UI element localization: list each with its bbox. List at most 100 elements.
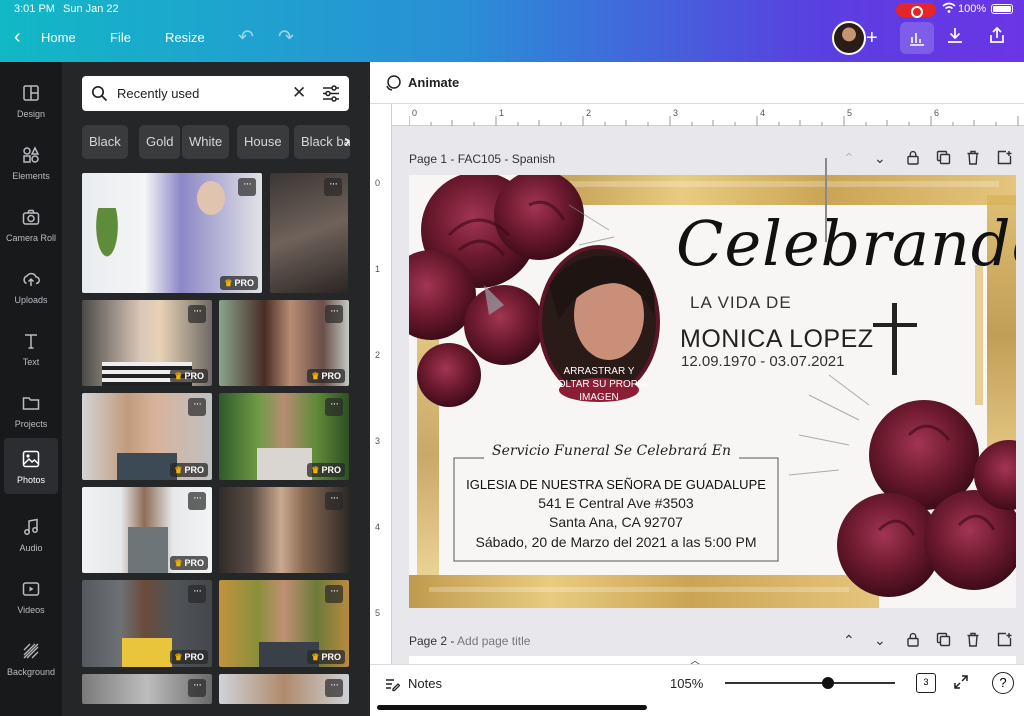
address-line-1[interactable]: 541 E Central Ave #3503	[454, 495, 778, 511]
more-options-button[interactable]: ···	[325, 679, 343, 697]
chevron-up-icon[interactable]: ⌃	[843, 150, 855, 167]
add-page-icon[interactable]	[997, 150, 1012, 168]
stock-photo[interactable]: ··· ♛ PRO	[82, 173, 262, 293]
rail-item-projects[interactable]: Projects	[0, 382, 62, 438]
chevron-down-icon[interactable]: ⌄	[874, 632, 886, 649]
keyword-chip[interactable]: Gold	[139, 125, 181, 159]
rail-item-audio[interactable]: Audio	[0, 506, 62, 562]
more-options-button[interactable]: ···	[188, 398, 206, 416]
share-icon[interactable]	[988, 26, 1006, 49]
more-options-button[interactable]: ···	[188, 492, 206, 510]
stock-photo[interactable]: ··· ♛ PRO	[219, 580, 349, 667]
help-button[interactable]: ?	[992, 672, 1014, 694]
page-2-title-placeholder[interactable]: Add page title	[457, 634, 530, 648]
subtitle[interactable]: LA VIDA DE	[690, 293, 792, 313]
animate-button[interactable]: Animate	[408, 75, 459, 90]
back-chevron-icon[interactable]: ‹	[14, 27, 21, 47]
search-input[interactable]: Recently used ✕	[82, 76, 349, 111]
more-options-button[interactable]: ···	[188, 679, 206, 697]
service-datetime[interactable]: Sábado, 20 de Marzo del 2021 a las 5:00 …	[454, 534, 778, 550]
file-menu-button[interactable]: File	[110, 30, 131, 45]
rail-item-videos[interactable]: Videos	[0, 568, 62, 624]
more-options-button[interactable]: ···	[325, 305, 343, 323]
insights-button[interactable]	[900, 22, 934, 54]
trash-icon[interactable]	[966, 632, 980, 650]
zoom-level[interactable]: 105%	[670, 676, 703, 691]
page-2-title[interactable]: Page 2 - Add page title	[409, 634, 530, 648]
chevron-right-icon[interactable]: ›	[344, 131, 350, 152]
more-options-button[interactable]: ···	[325, 398, 343, 416]
zoom-slider-handle[interactable]	[822, 677, 834, 689]
stock-photo[interactable]: ··· ♛ PRO	[219, 300, 349, 386]
fullscreen-icon[interactable]	[953, 674, 969, 690]
lock-icon[interactable]	[906, 632, 920, 650]
bar-chart-icon	[910, 33, 924, 46]
rail-item-design[interactable]: Design	[0, 72, 62, 128]
avatar[interactable]	[832, 21, 866, 55]
more-options-button[interactable]: ···	[325, 585, 343, 603]
stock-photo[interactable]: ···	[270, 173, 348, 293]
caption-line: IMAGEN	[579, 392, 619, 403]
stock-photo[interactable]: ··· ♛ PRO	[219, 393, 349, 480]
more-options-button[interactable]: ···	[188, 585, 206, 603]
add-collaborator-icon[interactable]: +	[866, 27, 878, 50]
redo-icon[interactable]: ↷	[278, 26, 294, 49]
chevron-down-icon[interactable]: ⌄	[874, 150, 886, 167]
zoom-slider[interactable]	[725, 682, 895, 684]
music-icon	[24, 518, 38, 535]
stock-photo[interactable]: ···	[219, 487, 349, 573]
notes-button[interactable]: Notes	[408, 676, 442, 691]
stock-photo[interactable]: ··· ♛ PRO	[82, 300, 212, 386]
rail-item-text[interactable]: Text	[0, 320, 62, 376]
stock-photo[interactable]: ··· ♛ PRO	[82, 393, 212, 480]
add-page-icon[interactable]	[997, 632, 1012, 650]
script-title[interactable]: Celebrando	[676, 207, 1016, 280]
crown-icon: ♛	[311, 652, 320, 662]
stock-photo[interactable]: ···	[82, 674, 212, 704]
lock-icon[interactable]	[906, 150, 920, 168]
rail-item-background[interactable]: Background	[0, 630, 62, 686]
download-icon[interactable]	[946, 26, 964, 49]
stock-photo[interactable]: ··· ♛ PRO	[82, 580, 212, 667]
more-options-button[interactable]: ···	[324, 178, 342, 196]
chevron-up-icon[interactable]: ⌃	[843, 632, 855, 649]
duplicate-icon[interactable]	[936, 632, 951, 650]
rail-label: Text	[22, 357, 40, 367]
address-line-2[interactable]: Santa Ana, CA 92707	[454, 514, 778, 530]
more-options-button[interactable]: ···	[188, 305, 206, 323]
design-canvas[interactable]: Celebrando LA VIDA DE MONICA LOPEZ 12.09…	[409, 175, 1016, 608]
photo-placeholder-caption[interactable]: ARRASTRAR Y SOLTAR SU PROPIA IMAGEN	[544, 365, 654, 404]
rail-item-photos[interactable]: Photos	[4, 438, 58, 494]
keyword-chip[interactable]: House	[237, 125, 289, 159]
keyword-chip[interactable]: Black	[82, 125, 128, 159]
more-options-button[interactable]: ···	[325, 492, 343, 510]
search-value[interactable]: Recently used	[117, 86, 199, 101]
undo-icon[interactable]: ↶	[238, 26, 254, 49]
rail-item-camera-roll[interactable]: Camera Roll	[0, 196, 62, 252]
life-dates[interactable]: 12.09.1970 - 03.07.2021	[681, 353, 844, 370]
page-count-button[interactable]: 3	[916, 673, 936, 693]
stock-photo[interactable]: ···	[219, 674, 349, 704]
church-name[interactable]: IGLESIA DE NUESTRA SEÑORA DE GUADALUPE	[454, 477, 778, 492]
filter-icon[interactable]	[322, 85, 340, 102]
deceased-name[interactable]: MONICA LOPEZ	[680, 325, 874, 354]
rail-label: Uploads	[14, 295, 48, 305]
page-1-title[interactable]: Page 1 - FAC105 - Spanish	[409, 152, 555, 166]
resize-button[interactable]: Resize	[165, 30, 205, 45]
home-button[interactable]: Home	[41, 30, 76, 45]
trash-icon[interactable]	[966, 150, 980, 168]
rail-item-uploads[interactable]: Uploads	[0, 258, 62, 314]
ruler-ticks	[409, 116, 1019, 126]
duplicate-icon[interactable]	[936, 150, 951, 168]
more-options-button[interactable]: ···	[238, 178, 256, 196]
keyword-chip[interactable]: Black ba	[294, 125, 350, 159]
pro-label: PRO	[184, 465, 204, 475]
service-heading[interactable]: Servicio Funeral Se Celebrará En	[484, 443, 739, 459]
rail-item-elements[interactable]: Elements	[0, 134, 62, 190]
stock-photo[interactable]: ··· ♛ PRO	[82, 487, 212, 573]
clear-icon[interactable]: ✕	[292, 83, 306, 103]
text-icon	[25, 334, 37, 349]
keyword-chip[interactable]: White	[182, 125, 230, 159]
pro-badge: ♛ PRO	[307, 650, 345, 664]
home-indicator	[377, 705, 647, 710]
